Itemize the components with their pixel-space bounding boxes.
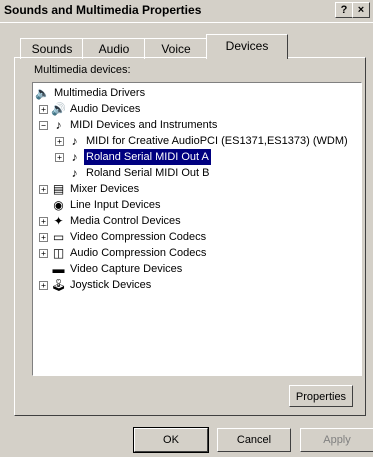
midi-icon: ♪ (71, 150, 78, 164)
expand-icon[interactable]: + (55, 137, 64, 146)
ok-button[interactable]: OK (133, 427, 209, 453)
video-capture-icon: ▬ (52, 262, 65, 276)
tree-item-roland-out-a[interactable]: + ♪ Roland Serial MIDI Out A (33, 148, 361, 166)
expand-icon[interactable]: + (39, 217, 48, 226)
collapse-icon[interactable]: − (39, 121, 48, 130)
tree-item-audio-devices[interactable]: + 🔊 Audio Devices (33, 101, 361, 117)
audio-device-icon: 🔊 (51, 102, 66, 116)
window-title: Sounds and Multimedia Properties (4, 3, 202, 17)
tree-item-midi-devices[interactable]: − ♪ MIDI Devices and Instruments (33, 117, 361, 133)
tree-item-label: Multimedia Drivers (54, 87, 146, 99)
tree-item-multimedia-drivers[interactable]: 🔈 Multimedia Drivers (33, 85, 361, 101)
tree-item-label: Line Input Devices (70, 199, 161, 211)
tree-item-label: MIDI for Creative AudioPCI (ES1371,ES137… (86, 135, 348, 147)
expand-icon[interactable]: + (39, 185, 48, 194)
video-codec-icon: ▭ (52, 230, 65, 244)
midi-icon: ♪ (71, 166, 78, 180)
tree-item-joystick[interactable]: + 🕹 Joystick Devices (33, 277, 361, 293)
tree-item-line-input[interactable]: ◉ Line Input Devices (33, 197, 361, 213)
tree-item-audio-codecs[interactable]: + ◫ Audio Compression Codecs (33, 245, 361, 261)
tab-audio[interactable]: Audio (82, 38, 146, 59)
apply-button[interactable]: Apply (300, 428, 373, 452)
tree-item-label: Video Compression Codecs (70, 231, 207, 243)
title-bar: Sounds and Multimedia Properties ? × (0, 0, 373, 23)
expand-icon[interactable]: + (39, 249, 48, 258)
tree-item-label: Mixer Devices (70, 183, 140, 195)
tree-item-label: Audio Devices (70, 103, 141, 115)
expand-icon[interactable]: + (55, 153, 64, 162)
cancel-button[interactable]: Cancel (217, 428, 291, 452)
tab-voice[interactable]: Voice (144, 38, 208, 59)
speaker-icon: 🔈 (35, 86, 50, 100)
tree-item-video-codecs[interactable]: + ▭ Video Compression Codecs (33, 229, 361, 245)
audio-codec-icon: ◫ (52, 246, 65, 260)
tree-item-label: Audio Compression Codecs (70, 247, 207, 259)
tab-devices[interactable]: Devices (206, 34, 288, 59)
tree-item-label: Roland Serial MIDI Out B (86, 167, 210, 179)
tree-item-media-control[interactable]: + ✦ Media Control Devices (33, 213, 361, 229)
expand-icon[interactable]: + (39, 233, 48, 242)
expand-icon[interactable]: + (39, 105, 48, 114)
properties-button[interactable]: Properties (289, 385, 353, 407)
midi-icon: ♪ (55, 118, 62, 132)
tree-item-label: Media Control Devices (70, 215, 181, 227)
expand-icon[interactable]: + (39, 281, 48, 290)
devices-panel: Multimedia devices: 🔈 Multimedia Drivers… (14, 57, 366, 416)
tree-item-label: Joystick Devices (70, 279, 152, 291)
tab-sounds[interactable]: Sounds (20, 38, 84, 59)
joystick-icon: 🕹 (51, 278, 67, 292)
tree-item-mixer-devices[interactable]: + ▤ Mixer Devices (33, 181, 361, 197)
close-button[interactable]: × (352, 2, 370, 18)
media-control-icon: ✦ (53, 214, 64, 228)
device-tree[interactable]: 🔈 Multimedia Drivers + 🔊 Audio Devices −… (32, 82, 362, 376)
mixer-icon: ▤ (52, 182, 65, 196)
tree-item-label: Video Capture Devices (70, 263, 183, 275)
tree-item-label: MIDI Devices and Instruments (70, 119, 218, 131)
multimedia-devices-label: Multimedia devices: (34, 64, 131, 76)
tree-item-label: Roland Serial MIDI Out A (83, 148, 212, 166)
tree-item-video-capture[interactable]: ▬ Video Capture Devices (33, 261, 361, 277)
line-input-icon: ◉ (53, 198, 64, 212)
midi-icon: ♪ (71, 134, 78, 148)
tree-item-midi-creative[interactable]: + ♪ MIDI for Creative AudioPCI (ES1371,E… (33, 133, 361, 149)
tree-item-roland-out-b[interactable]: ♪ Roland Serial MIDI Out B (33, 165, 361, 181)
help-button[interactable]: ? (335, 2, 353, 18)
